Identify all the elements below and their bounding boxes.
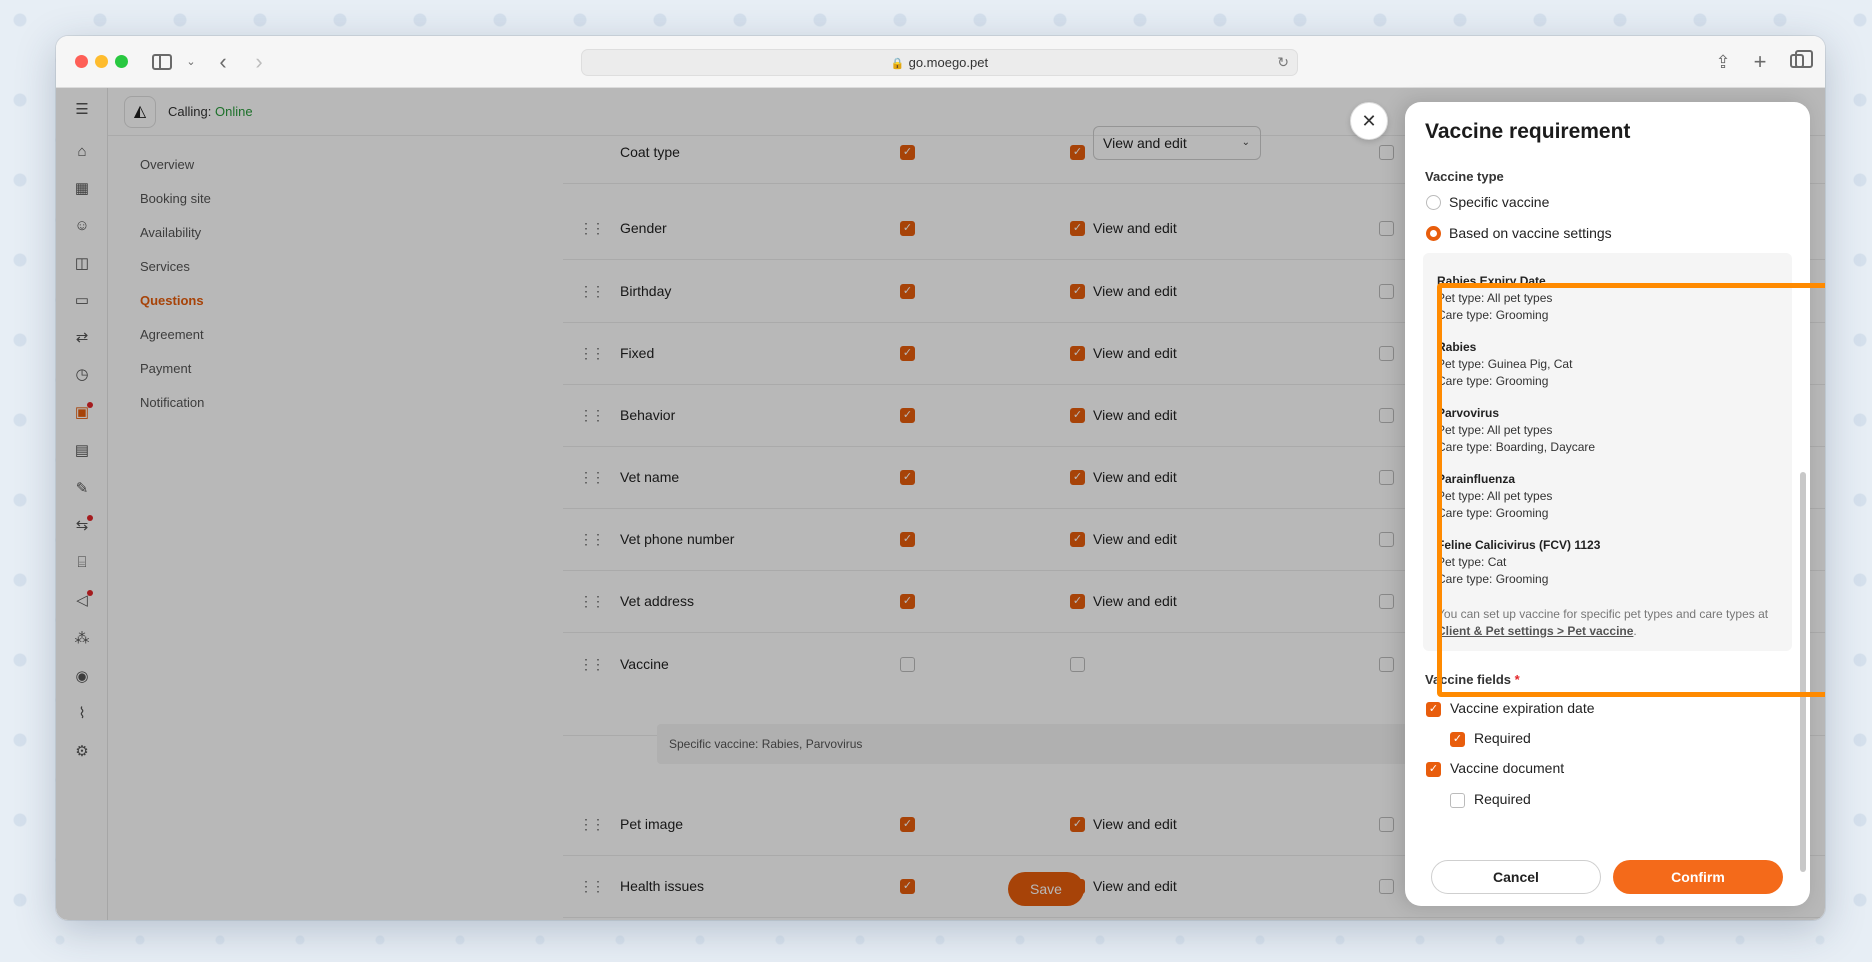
vaccine-name: Feline Calicivirus (FCV) 1123 [1437, 538, 1601, 552]
vaccine-care-type: Care type: Grooming [1437, 308, 1549, 322]
vaccine-pet-type: Pet type: Cat [1437, 555, 1507, 569]
confirm-button[interactable]: Confirm [1613, 860, 1783, 894]
new-tab-plus-icon[interactable]: + [1749, 50, 1771, 74]
vaccine-pet-type: Pet type: All pet types [1437, 423, 1553, 437]
vaccine-field-label[interactable]: Required [1474, 791, 1531, 807]
required-checkbox[interactable]: ✓ [1450, 732, 1465, 747]
address-bar[interactable]: 🔒 go.moego.pet ↻ [581, 49, 1298, 76]
vaccine-fields-label: Vaccine fields * [1425, 672, 1520, 687]
tab-overview-icon[interactable] [1786, 50, 1813, 74]
vaccine-setting-item: Rabies Expiry Date Pet type: All pet type… [1437, 273, 1787, 324]
back-arrow-icon[interactable]: ‹ [212, 50, 234, 74]
specific-vaccine-radio[interactable] [1426, 195, 1441, 210]
vaccine-name: Rabies [1437, 340, 1477, 354]
vaccine-care-type: Care type: Grooming [1437, 506, 1549, 520]
vaccine-field-label[interactable]: Vaccine expiration date [1450, 700, 1595, 716]
browser-window: ⌄ ‹ › 🔒 go.moego.pet ↻ ⇪ + ☰ ⌂ ▦ ☺ ◫ ▭ ⇄ … [56, 36, 1825, 920]
pet-vaccine-settings-link[interactable]: Client & Pet settings > Pet vaccine [1437, 624, 1633, 638]
close-icon: ✕ [1361, 111, 1377, 131]
vaccine-type-label: Vaccine type [1425, 169, 1504, 184]
required-checkbox[interactable] [1450, 793, 1465, 808]
vaccine-settings-list: Rabies Expiry Date Pet type: All pet type… [1423, 253, 1792, 651]
url-text: go.moego.pet [908, 55, 989, 70]
vaccine-name: Parvovirus [1437, 406, 1500, 420]
zoom-window-button[interactable] [115, 55, 128, 68]
required-star: * [1514, 672, 1520, 687]
vaccine-name: Parainfluenza [1437, 472, 1516, 486]
vaccine-setting-item: Feline Calicivirus (FCV) 1123 Pet type: C… [1437, 537, 1787, 588]
share-icon[interactable]: ⇪ [1712, 50, 1734, 74]
vaccine-setting-item: Rabies Pet type: Guinea Pig, Cat Care type… [1437, 339, 1787, 390]
close-drawer-button[interactable]: ✕ [1350, 102, 1388, 140]
vaccine-care-type: Care type: Grooming [1437, 572, 1549, 586]
vaccine-name: Rabies Expiry Date [1437, 274, 1546, 288]
browser-titlebar: ⌄ ‹ › 🔒 go.moego.pet ↻ ⇪ + [56, 36, 1825, 88]
forward-arrow-icon[interactable]: › [248, 50, 270, 74]
close-window-button[interactable] [75, 55, 88, 68]
note-text: You can set up vaccine for specific pet … [1437, 607, 1769, 621]
vaccine-field-label[interactable]: Required [1474, 730, 1531, 746]
vaccine-settings-radio[interactable] [1426, 226, 1441, 241]
vaccine-requirement-drawer: Vaccine requirement Vaccine type Specifi… [1405, 102, 1810, 906]
vaccine-setting-item: Parainfluenza Pet type: All pet types Care… [1437, 471, 1787, 522]
vaccine-field-label[interactable]: Vaccine document [1450, 760, 1564, 776]
vaccine-care-type: Care type: Grooming [1437, 374, 1549, 388]
vaccine-settings-note: You can set up vaccine for specific pet … [1437, 606, 1782, 640]
chevron-down-icon[interactable]: ⌄ [184, 50, 198, 74]
note-end: . [1633, 624, 1637, 638]
reload-icon[interactable]: ↻ [1277, 50, 1289, 75]
lock-icon: 🔒 [890, 58, 905, 70]
sidebar-toggle-icon[interactable] [152, 50, 176, 74]
vaccine-pet-type: Pet type: Guinea Pig, Cat [1437, 357, 1573, 371]
minimize-window-button[interactable] [95, 55, 108, 68]
cancel-button[interactable]: Cancel [1431, 860, 1601, 894]
vaccine-field-checkbox[interactable]: ✓ [1426, 762, 1441, 777]
vaccine-care-type: Care type: Boarding, Daycare [1437, 440, 1596, 454]
specific-vaccine-label[interactable]: Specific vaccine [1449, 194, 1549, 210]
drawer-scrollbar[interactable] [1800, 472, 1806, 872]
vaccine-field-checkbox[interactable]: ✓ [1426, 702, 1441, 717]
vaccine-setting-item: Parvovirus Pet type: All pet types Care ty… [1437, 405, 1787, 456]
vaccine-pet-type: Pet type: All pet types [1437, 489, 1553, 503]
fields-label-text: Vaccine fields [1425, 672, 1511, 687]
drawer-title: Vaccine requirement [1425, 120, 1631, 143]
vaccine-settings-label[interactable]: Based on vaccine settings [1449, 225, 1612, 241]
vaccine-pet-type: Pet type: All pet types [1437, 291, 1553, 305]
